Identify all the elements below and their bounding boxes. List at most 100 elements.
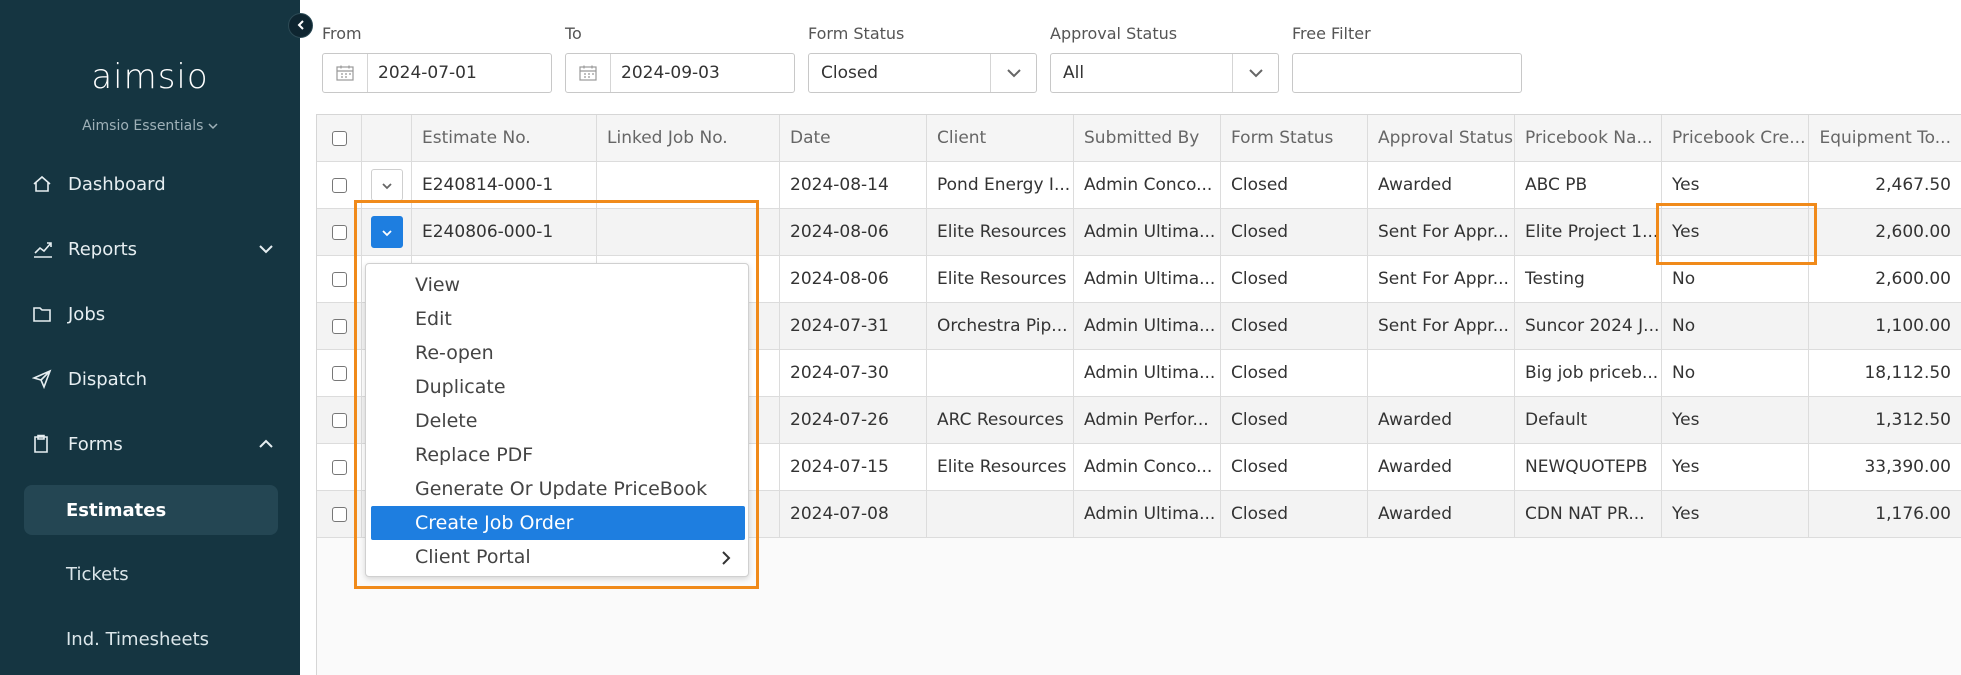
menu-item-label: Delete — [415, 410, 478, 432]
cell-equipment-total: 1,312.50 — [1809, 397, 1961, 444]
cell-equipment-total: 1,176.00 — [1809, 491, 1961, 538]
checkbox[interactable] — [331, 318, 347, 334]
nav-sub-ind-timesheets[interactable]: Ind. Timesheets — [24, 614, 278, 664]
checkbox[interactable] — [331, 459, 347, 475]
column-header-linked-job-no[interactable]: Linked Job No. — [597, 115, 780, 162]
nav-reports[interactable]: Reports — [24, 225, 280, 273]
nav-sub-label: Estimates — [66, 499, 167, 521]
cell-equipment-total: 2,467.50 — [1809, 162, 1961, 209]
cell-client: Elite Resources — [927, 209, 1074, 256]
cell-date: 2024-07-30 — [780, 350, 927, 397]
row-select-checkbox[interactable] — [317, 350, 362, 397]
nav-sub-tickets[interactable]: Tickets — [24, 549, 278, 599]
cell-equipment-total: 18,112.50 — [1809, 350, 1961, 397]
cell-client — [927, 350, 1074, 397]
cell-pricebook-created: No — [1662, 350, 1809, 397]
to-label: To — [565, 24, 582, 43]
row-select-checkbox[interactable] — [317, 303, 362, 350]
checkbox[interactable] — [331, 130, 347, 146]
menu-item-label: Edit — [415, 308, 452, 330]
nav-dispatch[interactable]: Dispatch — [24, 355, 280, 403]
row-select-checkbox[interactable] — [317, 256, 362, 303]
row-action-cell — [362, 162, 412, 209]
cell-equipment-total: 2,600.00 — [1809, 209, 1961, 256]
cell-form-status: Closed — [1221, 491, 1368, 538]
checkbox[interactable] — [331, 177, 347, 193]
row-select-checkbox[interactable] — [317, 397, 362, 444]
cell-pricebook-name: ABC PB — [1515, 162, 1662, 209]
row-actions-button[interactable] — [370, 216, 403, 248]
org-name: Aimsio Essentials — [82, 118, 204, 134]
row-select-checkbox[interactable] — [317, 491, 362, 538]
cell-submitted-by: Admin Ultima... — [1074, 209, 1221, 256]
cell-approval-status: Awarded — [1368, 444, 1515, 491]
row-select-checkbox[interactable] — [317, 444, 362, 491]
nav-forms[interactable]: Forms — [24, 420, 280, 468]
org-switcher[interactable]: Aimsio Essentials — [0, 118, 300, 134]
nav-label: Forms — [68, 433, 123, 455]
cell-estimate-no: E240814-000-1 — [412, 162, 597, 209]
menu-item-replace-pdf[interactable]: Replace PDF — [371, 438, 745, 472]
checkbox[interactable] — [331, 412, 347, 428]
chevron-up-icon — [258, 434, 274, 455]
cell-submitted-by: Admin Conco... — [1074, 444, 1221, 491]
calendar-icon[interactable] — [323, 54, 368, 92]
select-all-checkbox[interactable] — [317, 115, 362, 162]
from-date-field[interactable]: 2024-07-01 — [322, 53, 552, 93]
menu-item-delete[interactable]: Delete — [371, 404, 745, 438]
row-actions-button[interactable] — [370, 169, 403, 201]
to-date-field[interactable]: 2024-09-03 — [565, 53, 795, 93]
form-status-select[interactable]: Closed — [808, 53, 1037, 93]
cell-date: 2024-07-15 — [780, 444, 927, 491]
menu-item-client-portal[interactable]: Client Portal — [371, 540, 745, 574]
menu-item-generate-or-update-pricebook[interactable]: Generate Or Update PriceBook — [371, 472, 745, 506]
checkbox[interactable] — [331, 365, 347, 381]
checkbox[interactable] — [331, 224, 347, 240]
cell-form-status: Closed — [1221, 256, 1368, 303]
nav-label: Dashboard — [68, 173, 166, 195]
column-header-equipment-total[interactable]: Equipment To... — [1809, 115, 1961, 162]
row-select-checkbox[interactable] — [317, 162, 362, 209]
column-header-client[interactable]: Client — [927, 115, 1074, 162]
chevron-down-icon[interactable] — [1232, 54, 1278, 92]
cell-date: 2024-08-14 — [780, 162, 927, 209]
approval-status-value: All — [1063, 63, 1085, 83]
column-header-form-status[interactable]: Form Status — [1221, 115, 1368, 162]
cell-pricebook-created: Yes — [1662, 209, 1809, 256]
cell-client: Orchestra Pip... — [927, 303, 1074, 350]
clipboard-icon — [32, 433, 60, 455]
free-filter-input[interactable] — [1292, 53, 1522, 93]
menu-item-label: Client Portal — [415, 546, 531, 568]
menu-item-view[interactable]: View — [371, 268, 745, 302]
nav-sub-estimates[interactable]: Estimates — [24, 485, 278, 535]
cell-submitted-by: Admin Perfor... — [1074, 397, 1221, 444]
checkbox[interactable] — [331, 271, 347, 287]
menu-item-duplicate[interactable]: Duplicate — [371, 370, 745, 404]
free-filter-label: Free Filter — [1292, 24, 1371, 43]
cell-approval-status — [1368, 350, 1515, 397]
column-header-submitted-by[interactable]: Submitted By — [1074, 115, 1221, 162]
column-header-pricebook-name[interactable]: Pricebook Na... — [1515, 115, 1662, 162]
chevron-down-icon[interactable] — [990, 54, 1036, 92]
menu-item-create-job-order[interactable]: Create Job Order — [371, 506, 745, 540]
column-header-estimate-no[interactable]: Estimate No. — [412, 115, 597, 162]
cell-date: 2024-07-26 — [780, 397, 927, 444]
collapse-sidebar-button[interactable] — [288, 13, 313, 38]
column-header-date[interactable]: Date — [780, 115, 927, 162]
row-select-checkbox[interactable] — [317, 209, 362, 256]
cell-approval-status: Awarded — [1368, 491, 1515, 538]
checkbox[interactable] — [331, 506, 347, 522]
chart-icon — [32, 238, 60, 260]
nav-dashboard[interactable]: Dashboard — [24, 160, 280, 208]
nav-jobs[interactable]: Jobs — [24, 290, 280, 338]
approval-status-select[interactable]: All — [1050, 53, 1279, 93]
cell-pricebook-created: No — [1662, 303, 1809, 350]
sidebar: aimsio Aimsio Essentials Dashboard Repor… — [0, 0, 300, 675]
menu-item-edit[interactable]: Edit — [371, 302, 745, 336]
menu-item-re-open[interactable]: Re-open — [371, 336, 745, 370]
cell-pricebook-name: Suncor 2024 J... — [1515, 303, 1662, 350]
calendar-icon[interactable] — [566, 54, 611, 92]
column-header-pricebook-created[interactable]: Pricebook Cre... — [1662, 115, 1809, 162]
column-header-approval-status[interactable]: Approval Status — [1368, 115, 1515, 162]
menu-item-label: Duplicate — [415, 376, 506, 398]
